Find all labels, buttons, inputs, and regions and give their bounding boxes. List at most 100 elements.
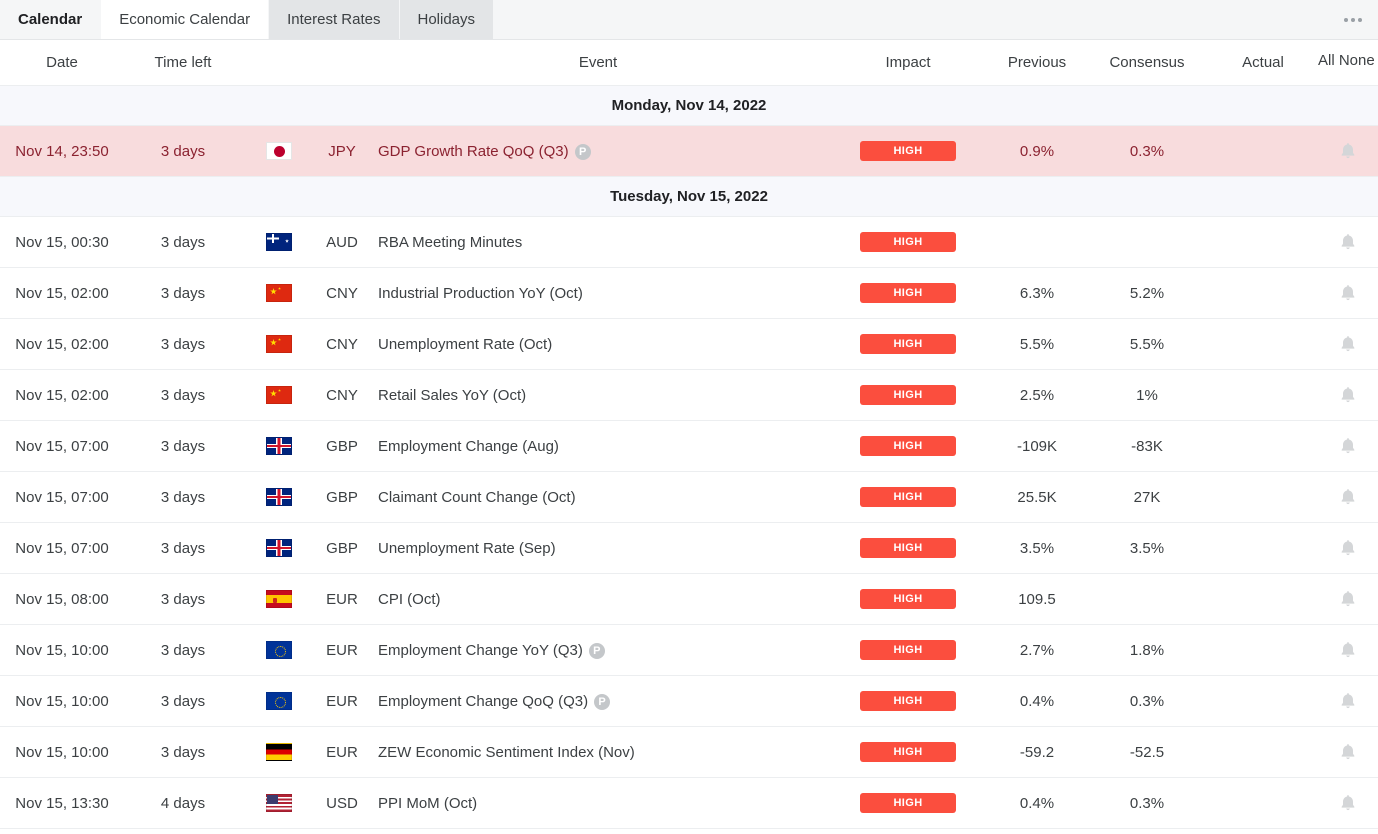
column-header-time-left[interactable]: Time left <box>124 40 242 86</box>
bell-icon[interactable] <box>1339 487 1357 507</box>
overflow-menu-button[interactable] <box>1328 0 1378 39</box>
previous-value: 2.5% <box>988 369 1086 421</box>
event-time-left: 3 days <box>124 573 242 625</box>
impact-badge: HIGH <box>860 334 956 354</box>
bell-icon[interactable] <box>1339 283 1357 303</box>
alert-cell[interactable] <box>1318 420 1378 472</box>
alert-cell[interactable] <box>1318 267 1378 319</box>
tab-holidays[interactable]: Holidays <box>399 0 495 39</box>
event-time-left: 3 days <box>124 318 242 370</box>
bell-icon[interactable] <box>1339 334 1357 354</box>
flag-united-states-icon <box>266 794 292 813</box>
bell-icon[interactable] <box>1339 538 1357 558</box>
event-name[interactable]: PPI MoM (Oct) <box>378 795 477 812</box>
bell-icon[interactable] <box>1339 436 1357 456</box>
tab-interest-rates[interactable]: Interest Rates <box>269 0 400 39</box>
bell-icon[interactable] <box>1339 232 1357 252</box>
preliminary-badge-icon[interactable]: P <box>594 693 611 710</box>
bell-icon[interactable] <box>1339 385 1357 405</box>
event-name-cell[interactable]: Employment Change YoY (Q3) P <box>368 624 828 676</box>
event-name-cell[interactable]: Claimant Count Change (Oct) <box>368 471 828 523</box>
column-header-impact[interactable]: Impact <box>828 40 988 86</box>
currency-code: EUR <box>316 573 368 625</box>
event-name-cell[interactable]: PPI MoM (Oct) <box>368 777 828 829</box>
alert-cell[interactable] <box>1318 726 1378 778</box>
table-row[interactable]: Nov 15, 10:00 3 days EUR ZEW Economic Senti… <box>0 726 1378 778</box>
table-row[interactable]: Nov 15, 07:00 3 days GBP Unemployment Rate … <box>0 522 1378 574</box>
actual-value <box>1208 573 1318 625</box>
table-row[interactable]: Nov 15, 08:00 3 days EUR CPI (Oct) HIGH 109.5 <box>0 573 1378 625</box>
event-name-cell[interactable]: Unemployment Rate (Oct) <box>368 318 828 370</box>
alert-cell[interactable] <box>1318 522 1378 574</box>
table-row[interactable]: Nov 15, 10:00 3 days EUR Employment Change … <box>0 675 1378 727</box>
alert-cell[interactable] <box>1318 216 1378 268</box>
actual-value <box>1208 420 1318 472</box>
table-row[interactable]: Nov 15, 02:00 3 days CNY Unemployment Rate … <box>0 318 1378 370</box>
event-name[interactable]: CPI (Oct) <box>378 591 441 608</box>
column-header-event[interactable]: Event <box>368 40 828 86</box>
impact-cell: HIGH <box>828 369 988 421</box>
event-name[interactable]: Retail Sales YoY (Oct) <box>378 387 526 404</box>
event-name[interactable]: Claimant Count Change (Oct) <box>378 489 576 506</box>
table-row[interactable]: Nov 15, 10:00 3 days EUR Employment Change … <box>0 624 1378 676</box>
alert-cell[interactable] <box>1318 573 1378 625</box>
event-name[interactable]: ZEW Economic Sentiment Index (Nov) <box>378 744 635 761</box>
column-header-alerts[interactable]: All Nonei <box>1318 40 1378 86</box>
currency-code: EUR <box>316 624 368 676</box>
bell-icon[interactable] <box>1339 141 1357 161</box>
event-name[interactable]: Unemployment Rate (Sep) <box>378 540 556 557</box>
table-row[interactable]: Nov 15, 00:30 3 days AUD RBA Meeting Minute… <box>0 216 1378 268</box>
consensus-value: -83K <box>1086 420 1208 472</box>
event-name-cell[interactable]: Employment Change (Aug) <box>368 420 828 472</box>
alert-cell[interactable] <box>1318 318 1378 370</box>
country-flag-cell <box>242 125 316 177</box>
column-header-consensus[interactable]: Consensus <box>1086 40 1208 86</box>
event-name-cell[interactable]: RBA Meeting Minutes <box>368 216 828 268</box>
event-name-cell[interactable]: GDP Growth Rate QoQ (Q3) P <box>368 125 828 177</box>
tab-economic-calendar[interactable]: Economic Calendar <box>101 0 270 39</box>
bell-icon[interactable] <box>1339 742 1357 762</box>
table-row[interactable]: Nov 15, 13:30 4 days USD PPI MoM (Oct) HIGH 0… <box>0 777 1378 829</box>
event-name-cell[interactable]: CPI (Oct) <box>368 573 828 625</box>
event-name[interactable]: Employment Change QoQ (Q3) <box>378 693 588 710</box>
event-name-cell[interactable]: Unemployment Rate (Sep) <box>368 522 828 574</box>
alert-cell[interactable] <box>1318 471 1378 523</box>
preliminary-badge-icon[interactable]: P <box>574 143 591 160</box>
table-row[interactable]: Nov 15, 02:00 3 days CNY Retail Sales YoY (… <box>0 369 1378 421</box>
event-name[interactable]: RBA Meeting Minutes <box>378 234 522 251</box>
alert-cell[interactable] <box>1318 777 1378 829</box>
event-name[interactable]: GDP Growth Rate QoQ (Q3) <box>378 143 569 160</box>
kebab-dot-icon <box>1358 17 1362 22</box>
event-name[interactable]: Industrial Production YoY (Oct) <box>378 285 583 302</box>
alert-cell[interactable] <box>1318 369 1378 421</box>
alert-cell[interactable] <box>1318 624 1378 676</box>
alert-cell[interactable] <box>1318 125 1378 177</box>
alerts-all-none-label[interactable]: All None <box>1318 52 1375 69</box>
column-header-previous[interactable]: Previous <box>988 40 1086 86</box>
day-separator-label: Tuesday, Nov 15, 2022 <box>0 176 1378 217</box>
bell-icon[interactable] <box>1339 793 1357 813</box>
actual-value <box>1208 267 1318 319</box>
economic-calendar-table: Date Time left Event Impact Previous Con… <box>0 40 1378 829</box>
event-date: Nov 15, 02:00 <box>0 318 124 370</box>
column-header-actual[interactable]: Actual <box>1208 40 1318 86</box>
bell-icon[interactable] <box>1339 640 1357 660</box>
event-name-cell[interactable]: Employment Change QoQ (Q3) P <box>368 675 828 727</box>
bell-icon[interactable] <box>1339 589 1357 609</box>
event-name-cell[interactable]: ZEW Economic Sentiment Index (Nov) <box>368 726 828 778</box>
table-row[interactable]: Nov 15, 07:00 3 days GBP Employment Change … <box>0 420 1378 472</box>
table-row[interactable]: Nov 14, 23:50 3 days JPY GDP Growth Rate Qo… <box>0 125 1378 177</box>
table-row[interactable]: Nov 15, 07:00 3 days GBP Claimant Count Cha… <box>0 471 1378 523</box>
event-name[interactable]: Unemployment Rate (Oct) <box>378 336 552 353</box>
tab-calendar[interactable]: Calendar <box>0 0 102 39</box>
flag-china-icon <box>266 284 292 303</box>
alert-cell[interactable] <box>1318 675 1378 727</box>
event-name[interactable]: Employment Change YoY (Q3) <box>378 642 583 659</box>
event-name[interactable]: Employment Change (Aug) <box>378 438 559 455</box>
column-header-date[interactable]: Date <box>0 40 124 86</box>
event-name-cell[interactable]: Retail Sales YoY (Oct) <box>368 369 828 421</box>
table-row[interactable]: Nov 15, 02:00 3 days CNY Industrial Product… <box>0 267 1378 319</box>
event-name-cell[interactable]: Industrial Production YoY (Oct) <box>368 267 828 319</box>
bell-icon[interactable] <box>1339 691 1357 711</box>
preliminary-badge-icon[interactable]: P <box>588 642 605 659</box>
